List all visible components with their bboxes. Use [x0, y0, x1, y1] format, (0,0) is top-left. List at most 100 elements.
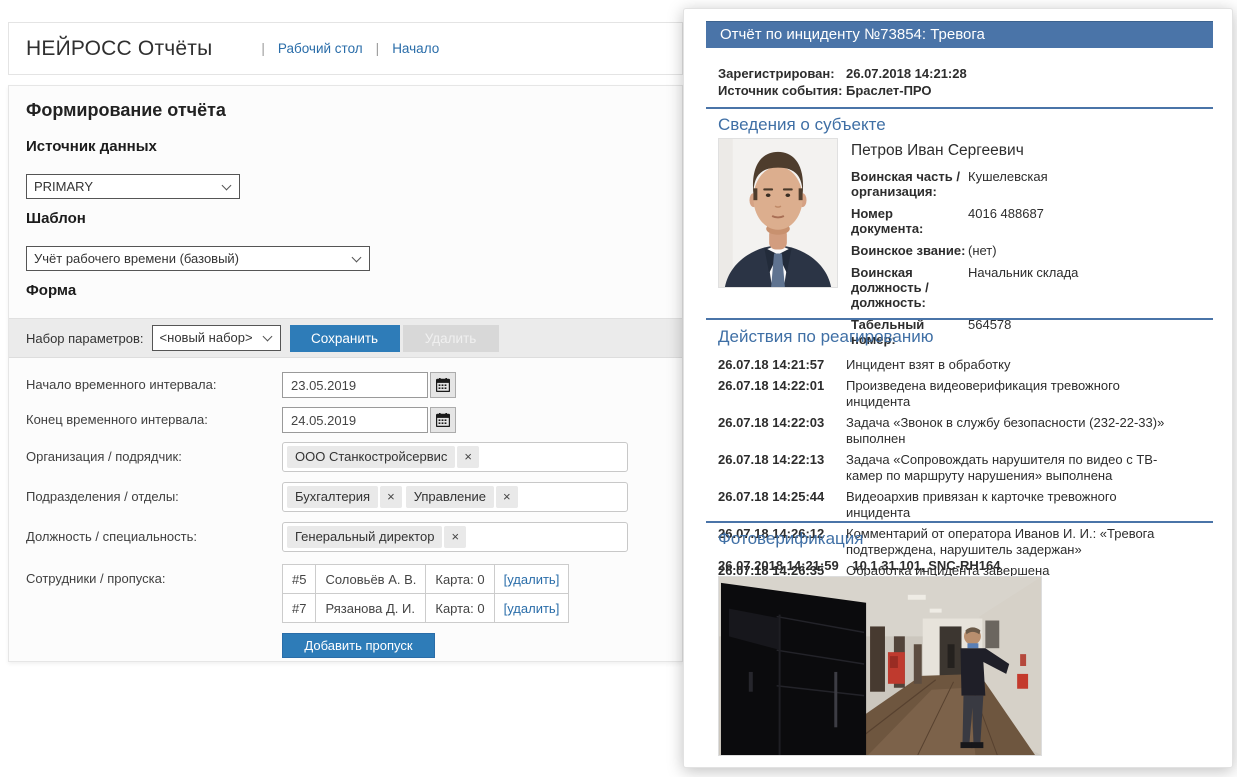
list-item: 26.07.18 14:22:01 Произведена видеовериф… [718, 378, 1188, 410]
close-icon[interactable]: × [496, 486, 518, 508]
app-title: НЕЙРОСС Отчёты [26, 37, 212, 61]
registered-label: Зарегистрирован: [718, 65, 846, 82]
field-label: Воинская должность / должность: [851, 265, 968, 310]
departments-label: Подразделения / отделы: [26, 482, 282, 512]
field-value: 564578 [968, 317, 1203, 347]
tag: ООО Станкостройсервис × [287, 446, 479, 468]
position-row: Должность / специальность: Генеральный д… [26, 522, 672, 552]
event-time: 26.07.18 14:25:44 [718, 489, 846, 521]
incident-report-title: Отчёт по инциденту №73854: Тревога [706, 21, 1213, 48]
nav-link-home[interactable]: Начало [392, 41, 439, 56]
chevron-down-icon [262, 332, 272, 342]
interval-start-input[interactable] [282, 372, 428, 398]
calendar-button[interactable] [430, 407, 456, 433]
employees-table: #5 Соловьёв А. В. Карта: 0 [удалить] #7 … [282, 564, 569, 623]
tag-label: ООО Станкостройсервис [287, 446, 455, 468]
tag: Бухгалтерия × [287, 486, 402, 508]
tag: Управление × [406, 486, 518, 508]
parameter-set-label: Набор параметров: [26, 331, 144, 346]
photo-caption: 26.07.2018 14:21:59 10.1.31.101, SNC-RH1… [718, 558, 1001, 573]
departments-tagfield[interactable]: Бухгалтерия × Управление × [282, 482, 628, 512]
template-label: Шаблон [26, 210, 86, 227]
subject-field-row: Воинская должность / должность: Начальни… [851, 265, 1203, 310]
subject-field-row: Воинская часть / организация: Кушелевска… [851, 169, 1203, 199]
template-select[interactable]: Учёт рабочего времени (базовый) [26, 246, 370, 271]
incident-meta: Зарегистрирован: 26.07.2018 14:21:28 Ист… [718, 65, 967, 99]
employee-card: Карта: 0 [426, 594, 494, 623]
save-button[interactable]: Сохранить [290, 325, 400, 352]
interval-start-row: Начало временного интервала: [26, 372, 672, 398]
section-divider [706, 107, 1213, 109]
event-time: 26.07.18 14:22:03 [718, 415, 846, 447]
field-label: Воинское звание: [851, 243, 968, 258]
event-text: Инцидент взят в обработку [846, 357, 1182, 373]
interval-end-input[interactable] [282, 407, 428, 433]
close-icon[interactable]: × [457, 446, 479, 468]
list-item: 26.07.18 14:21:57 Инцидент взят в обрабо… [718, 357, 1188, 373]
position-label: Должность / специальность: [26, 522, 282, 552]
report-form-panel: Формирование отчёта Источник данных PRIM… [8, 85, 683, 662]
list-item: 26.07.18 14:22:03 Задача «Звонок в служб… [718, 415, 1188, 447]
section-divider [706, 318, 1213, 320]
event-text: Произведена видеоверификация тревожного … [846, 378, 1182, 410]
event-text: Видеоархив привязан к карточке тревожног… [846, 489, 1182, 521]
tag-label: Бухгалтерия [287, 486, 378, 508]
event-time: 26.07.18 14:21:57 [718, 357, 846, 373]
employee-name: Рязанова Д. И. [316, 594, 426, 623]
delete-button[interactable]: Удалить [403, 325, 499, 352]
add-pass-button[interactable]: Добавить пропуск [282, 633, 435, 658]
data-source-label: Источник данных [26, 138, 157, 155]
organization-tagfield[interactable]: ООО Станкостройсервис × [282, 442, 628, 472]
table-row: #7 Рязанова Д. И. Карта: 0 [удалить] [283, 594, 569, 623]
tag: Генеральный директор × [287, 526, 466, 548]
event-text: Задача «Звонок в службу безопасности (23… [846, 415, 1182, 447]
employee-id: #5 [283, 565, 316, 594]
position-tagfield[interactable]: Генеральный директор × [282, 522, 628, 552]
interval-start-label: Начало временного интервала: [26, 372, 282, 398]
response-actions-list: 26.07.18 14:21:57 Инцидент взят в обрабо… [718, 357, 1188, 584]
employee-id: #7 [283, 594, 316, 623]
table-row: #5 Соловьёв А. В. Карта: 0 [удалить] [283, 565, 569, 594]
nav-separator: | [261, 41, 265, 56]
data-source-value: PRIMARY [34, 179, 93, 194]
subject-name: Петров Иван Сергеевич [851, 142, 1024, 160]
nav-separator: | [376, 41, 380, 56]
subject-field-row: Воинское звание: (нет) [851, 243, 1203, 258]
event-text: Комментарий от оператора Иванов И. И.: «… [846, 526, 1182, 558]
event-time: 26.07.18 14:22:13 [718, 452, 846, 484]
interval-end-label: Конец временного интервала: [26, 407, 282, 433]
parameter-set-value: <новый набор> [160, 330, 253, 345]
calendar-button[interactable] [430, 372, 456, 398]
close-icon[interactable]: × [444, 526, 466, 548]
subject-field-row: Номер документа: 4016 488687 [851, 206, 1203, 236]
form-section-label: Форма [26, 282, 76, 299]
employee-name: Соловьёв А. В. [316, 565, 426, 594]
tag-label: Генеральный директор [287, 526, 442, 548]
parameter-set-bar: Набор параметров: <новый набор> Сохранит… [9, 318, 682, 358]
section-divider [706, 521, 1213, 523]
list-item: 26.07.18 14:22:13 Задача «Сопровождать н… [718, 452, 1188, 484]
employees-row: Сотрудники / пропуска: #5 Соловьёв А. В.… [26, 564, 672, 623]
event-source-value: Браслет-ПРО [846, 82, 932, 99]
employee-card: Карта: 0 [426, 565, 494, 594]
data-source-select[interactable]: PRIMARY [26, 174, 240, 199]
registered-row: Зарегистрирован: 26.07.2018 14:21:28 [718, 65, 967, 82]
field-value: 4016 488687 [968, 206, 1203, 236]
departments-row: Подразделения / отделы: Бухгалтерия × Уп… [26, 482, 672, 512]
calendar-icon [436, 378, 450, 392]
event-source-row: Источник события: Браслет-ПРО [718, 82, 967, 99]
close-icon[interactable]: × [380, 486, 402, 508]
remove-employee-link[interactable]: [удалить] [504, 572, 560, 587]
field-label: Номер документа: [851, 206, 968, 236]
photo-caption-time: 26.07.2018 14:21:59 [718, 558, 839, 573]
photo-caption-camera: 10.1.31.101, SNC-RH164 [852, 558, 1000, 573]
nav-link-desktop[interactable]: Рабочий стол [278, 41, 363, 56]
parameter-set-select[interactable]: <новый набор> [152, 325, 281, 351]
calendar-icon [436, 413, 450, 427]
employees-label: Сотрудники / пропуска: [26, 564, 282, 623]
photo-section-title: Фотоверификация [718, 529, 864, 549]
chevron-down-icon [352, 253, 362, 263]
chevron-down-icon [222, 181, 232, 191]
remove-employee-link[interactable]: [удалить] [504, 601, 560, 616]
field-value: Начальник склада [968, 265, 1203, 310]
